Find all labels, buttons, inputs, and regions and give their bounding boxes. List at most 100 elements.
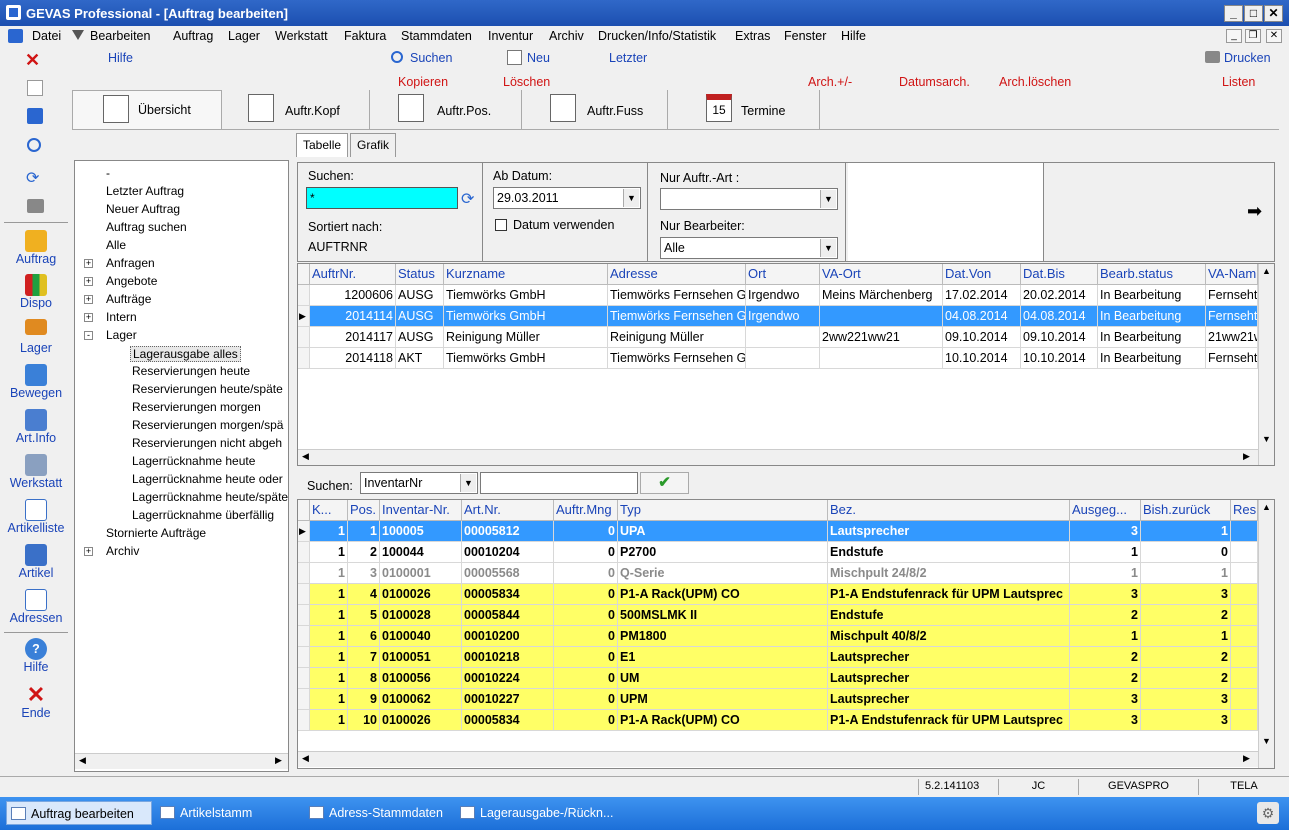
table-cell[interactable]: 2 [348,542,380,563]
table-cell[interactable]: 1 [1141,521,1231,542]
collapse-icon[interactable]: - [84,331,93,340]
row-indicator[interactable] [298,542,310,563]
menu-lager[interactable]: Lager [228,29,260,43]
column-header[interactable]: Bish.zurück [1141,500,1231,521]
table-cell[interactable]: AUSG [396,285,444,306]
table-cell[interactable]: Tiemwörks Fernsehen G [608,348,746,369]
row-indicator[interactable]: ▶ [298,521,310,542]
menu-datei[interactable]: Datei [32,29,61,43]
table-cell[interactable]: 2 [1141,668,1231,689]
table-cell[interactable]: UPA [618,521,828,542]
column-header[interactable]: Inventar-Nr. [380,500,462,521]
task-artikelstamm[interactable]: Artikelstamm [156,801,296,825]
table-cell[interactable]: 3 [1070,710,1141,731]
table-cell[interactable]: UM [618,668,828,689]
table-cell[interactable]: 10 [348,710,380,731]
toolbar-neu[interactable]: Neu [527,51,550,65]
table-cell[interactable]: 3 [1141,584,1231,605]
table-cell[interactable]: 00010200 [462,626,554,647]
column-header[interactable]: AuftrNr. [310,264,396,285]
scroll-up-icon[interactable]: ▲ [1262,502,1271,512]
menu-werkstatt[interactable]: Werkstatt [275,29,328,43]
row-indicator[interactable] [298,285,310,306]
toolbar-arch-loeschen[interactable]: Arch.löschen [999,75,1071,89]
table-cell[interactable]: 1 [310,668,348,689]
table-cell[interactable]: 0 [554,584,618,605]
orders-hscrollbar[interactable]: ◀ ▶ [298,449,1258,465]
cancel-icon[interactable]: ✕ [25,50,40,71]
table-cell[interactable]: 1 [310,647,348,668]
table-cell[interactable]: 00010224 [462,668,554,689]
table-cell[interactable]: 1 [1141,626,1231,647]
table-cell[interactable]: AUSG [396,306,444,327]
tab-auftr-fuss[interactable]: Auftr.Fuss [524,90,668,130]
menu-bearbeiten[interactable]: Bearbeiten [90,29,150,43]
sidebar-item-dispo[interactable]: Dispo [0,274,72,310]
tree-scrollbar[interactable]: ◀ ▶ [75,753,288,769]
table-cell[interactable]: Reinigung Müller [444,327,608,348]
search-icon[interactable] [27,138,41,152]
table-cell[interactable]: 2 [1141,647,1231,668]
scroll-right-icon[interactable]: ▶ [1243,451,1250,462]
toolbar-datumsarch[interactable]: Datumsarch. [899,75,970,89]
table-cell[interactable]: 0100026 [380,710,462,731]
table-cell[interactable]: 1 [310,521,348,542]
table-cell[interactable] [746,348,820,369]
table-cell[interactable] [820,348,943,369]
row-indicator[interactable] [298,626,310,647]
column-header[interactable]: Status [396,264,444,285]
table-cell[interactable]: 04.08.2014 [943,306,1021,327]
menu-archiv[interactable]: Archiv [549,29,584,43]
table-cell[interactable]: P1-A Endstufenrack für UPM Lautsprec [828,584,1070,605]
task-adress-stammdaten[interactable]: Adress-Stammdaten [305,801,455,825]
table-cell[interactable]: 3 [1141,689,1231,710]
auftr-art-dropdown[interactable]: ▼ [660,188,838,210]
table-cell[interactable]: 04.08.2014 [1021,306,1098,327]
column-header[interactable]: VA-Ort [820,264,943,285]
table-cell[interactable]: 00005812 [462,521,554,542]
close-button[interactable]: ✕ [1264,5,1283,22]
table-cell[interactable]: 1 [310,605,348,626]
table-cell[interactable]: 00005834 [462,584,554,605]
tab-auftr-kopf[interactable]: Auftr.Kopf [224,90,370,130]
refresh-icon[interactable]: ⟳ [26,168,39,188]
table-cell[interactable]: Q-Serie [618,563,828,584]
table-cell[interactable]: Irgendwo [746,285,820,306]
table-cell[interactable] [1231,584,1258,605]
column-header[interactable]: K... [310,500,348,521]
row-indicator[interactable] [298,647,310,668]
column-header[interactable]: Typ [618,500,828,521]
table-cell[interactable]: 0 [554,626,618,647]
blank-icon[interactable] [27,80,43,96]
pos-search-input[interactable] [480,472,638,494]
table-cell[interactable]: Endstufe [828,542,1070,563]
table-cell[interactable] [1231,542,1258,563]
column-header[interactable]: Dat.Von [943,264,1021,285]
table-cell[interactable]: In Bearbeitung [1098,285,1206,306]
column-header[interactable]: Ausgeg... [1070,500,1141,521]
table-cell[interactable]: 2014118 [310,348,396,369]
table-cell[interactable]: In Bearbeitung [1098,327,1206,348]
table-cell[interactable]: Lautsprecher [828,521,1070,542]
table-cell[interactable]: 3 [348,563,380,584]
table-cell[interactable]: 3 [1070,521,1141,542]
scroll-down-icon[interactable]: ▼ [1262,434,1271,444]
table-cell[interactable]: 3 [1070,584,1141,605]
table-cell[interactable]: 0100001 [380,563,462,584]
sidebar-item-lager[interactable]: Lager [0,319,72,355]
arrow-right-icon[interactable]: ➡ [1247,201,1262,222]
table-cell[interactable]: 1200606 [310,285,396,306]
printer-icon[interactable] [27,199,44,213]
menu-faktura[interactable]: Faktura [344,29,386,43]
task-lagerausgabe[interactable]: Lagerausgabe-/Rückn... [456,801,636,825]
table-cell[interactable]: 100005 [380,521,462,542]
table-cell[interactable]: 1 [310,689,348,710]
table-cell[interactable]: 0 [554,668,618,689]
mdi-close-button[interactable]: ✕ [1266,29,1282,43]
table-cell[interactable] [1231,689,1258,710]
table-cell[interactable]: Mischpult 40/8/2 [828,626,1070,647]
table-cell[interactable]: 1 [1141,563,1231,584]
toolbar-arch-plus[interactable]: Arch.+/- [808,75,852,89]
table-cell[interactable]: 0 [554,689,618,710]
table-cell[interactable]: P1-A Rack(UPM) CO [618,584,828,605]
